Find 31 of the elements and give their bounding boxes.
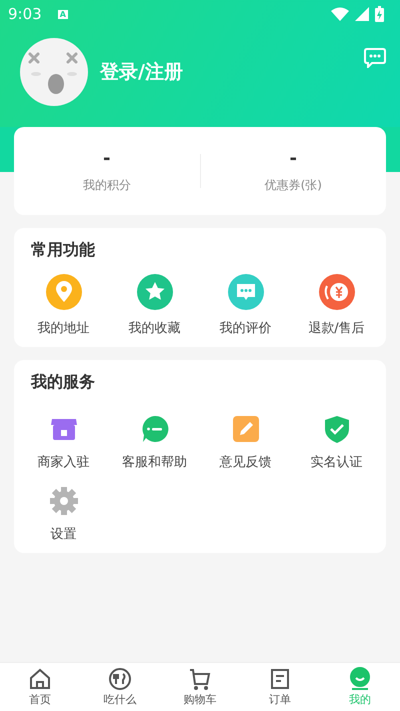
home-icon	[28, 667, 52, 691]
stat-label[interactable]: 我的积分	[82, 177, 131, 194]
section-title: 常用功能	[31, 240, 96, 261]
tab-item[interactable]: 首页	[0, 663, 80, 711]
function-item[interactable]: 客服和帮助	[109, 413, 200, 471]
stat-label[interactable]: 优惠券(张)	[264, 177, 322, 194]
cart-icon	[188, 667, 212, 691]
notification-icon: A	[58, 10, 68, 18]
stat-value: -	[103, 148, 110, 169]
section-title: 我的服务	[31, 372, 96, 393]
tab-item[interactable]: 吃什么	[80, 663, 160, 711]
order-icon	[268, 667, 292, 691]
function-item[interactable]: 意见反馈	[200, 413, 291, 471]
function-item[interactable]: 我的地址	[18, 273, 109, 337]
function-item[interactable]: 实名认证	[291, 413, 382, 471]
tab-item[interactable]: 订单	[240, 663, 320, 711]
wifi-icon	[331, 7, 349, 21]
status-time: 9:03	[8, 5, 42, 23]
message-icon[interactable]	[364, 48, 386, 68]
function-item[interactable]: 我的评价	[200, 273, 291, 337]
stat-value: -	[290, 148, 297, 169]
me-icon	[348, 667, 372, 691]
function-item[interactable]: 设置	[18, 485, 109, 543]
signal-icon	[355, 7, 369, 21]
function-item[interactable]: 退款/售后	[291, 273, 382, 337]
function-item[interactable]: 我的收藏	[109, 273, 200, 337]
battery-icon	[375, 6, 384, 22]
avatar-icon	[20, 38, 88, 106]
food-icon	[108, 667, 132, 691]
function-item[interactable]: 商家入驻	[18, 413, 109, 471]
tab-item[interactable]: 购物车	[160, 663, 240, 711]
